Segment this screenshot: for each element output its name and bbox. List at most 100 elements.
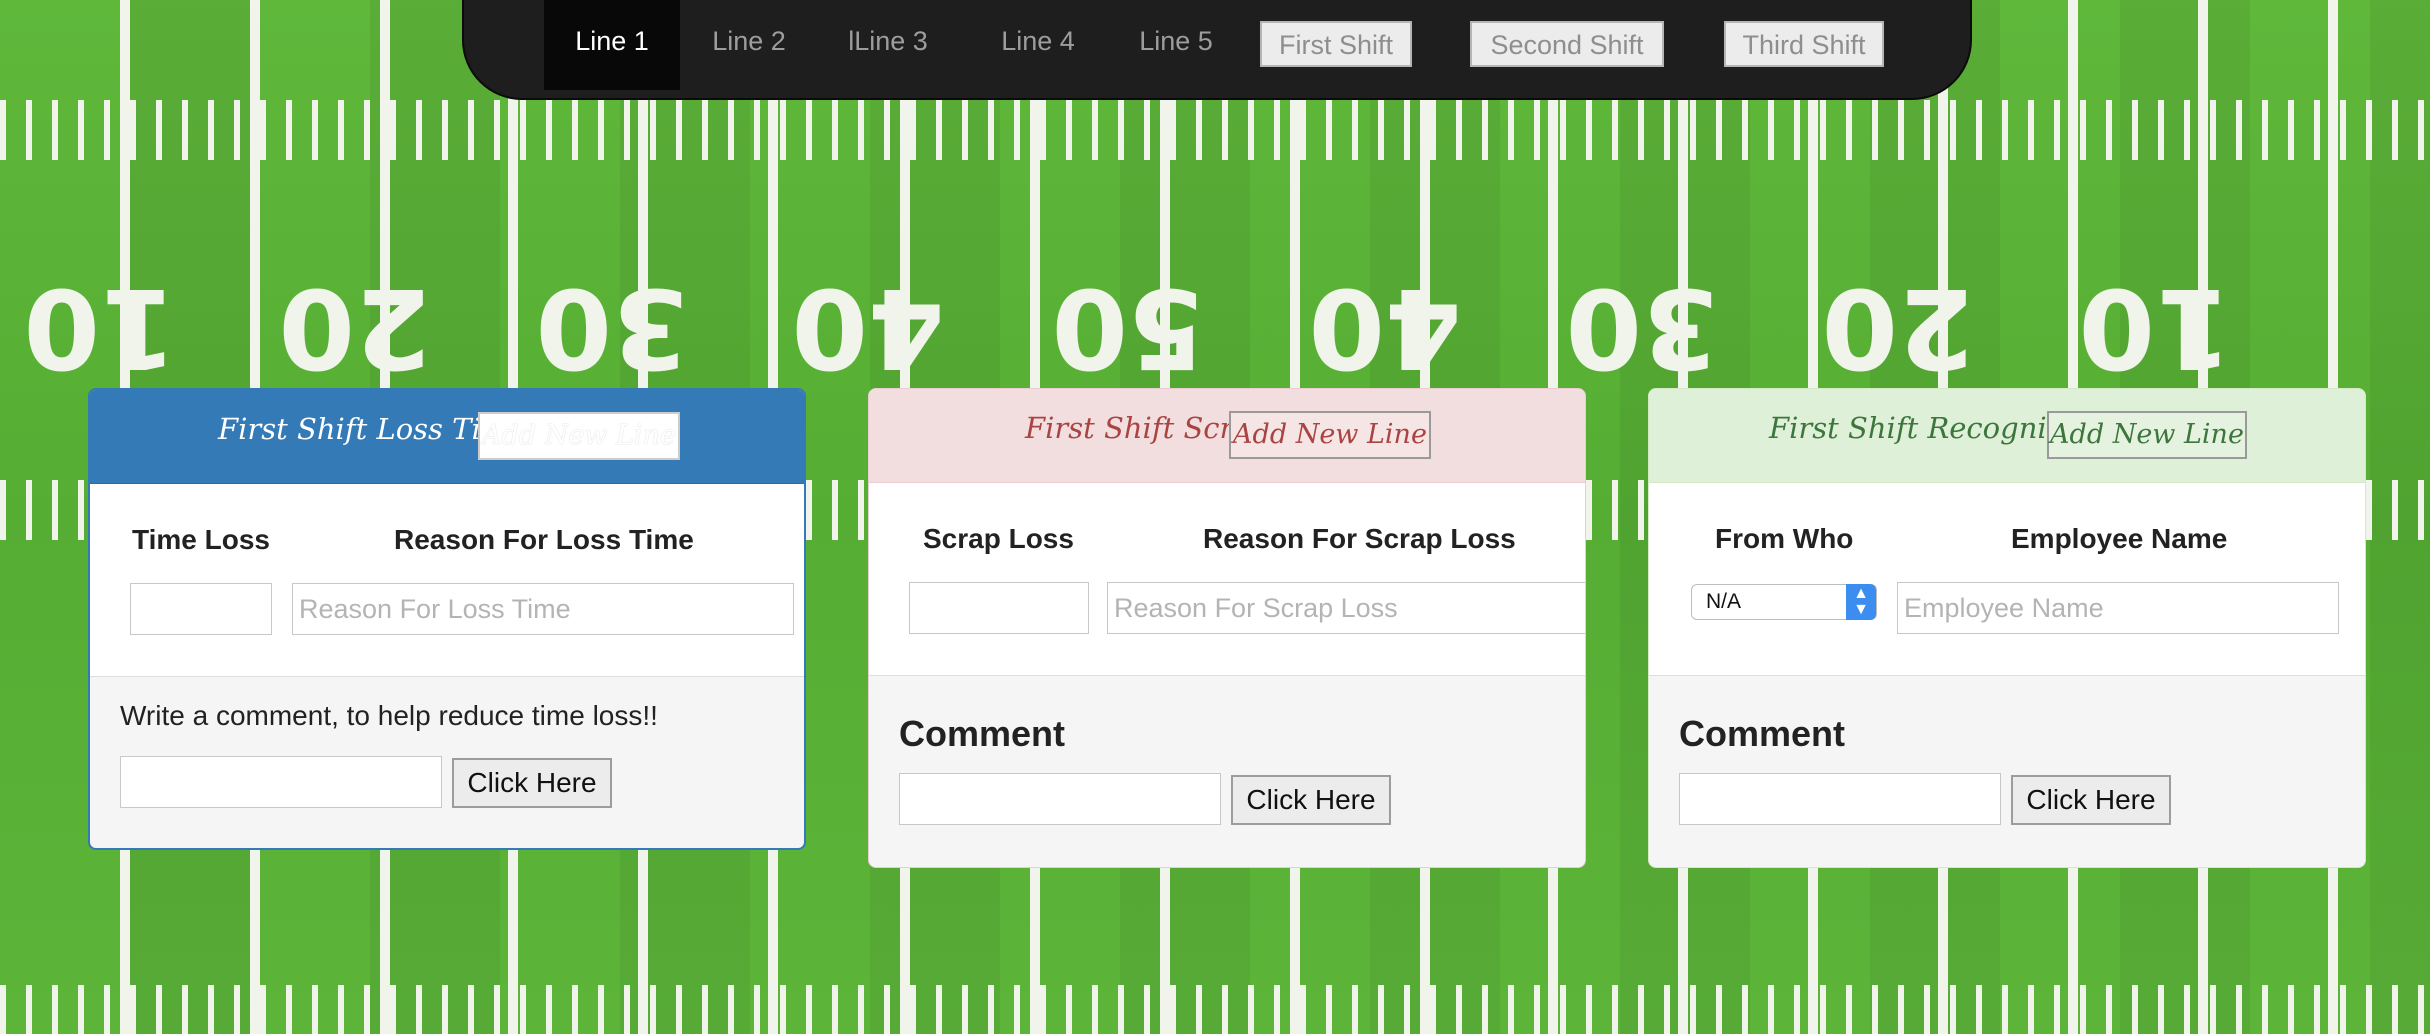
scrap-comment-submit-button[interactable]: Click Here <box>1231 775 1391 825</box>
nav-line-3[interactable]: lLine 3 <box>828 0 948 90</box>
yard-number: 40 <box>791 264 944 392</box>
hash-mark <box>208 985 214 1034</box>
hash-mark <box>312 100 318 160</box>
hash-mark <box>806 100 812 160</box>
hash-mark <box>1248 100 1254 160</box>
nav-line-1[interactable]: Line 1 <box>544 0 680 90</box>
hash-mark <box>962 100 968 160</box>
second-shift-button[interactable]: Second Shift <box>1470 21 1664 67</box>
hash-mark <box>1170 985 1176 1034</box>
yard-number: 30 <box>535 264 688 392</box>
employee-name-header: Employee Name <box>2011 523 2228 554</box>
top-navbar: Line 1 Line 2 lLine 3 Line 4 Line 5 Firs… <box>462 0 1972 100</box>
hash-mark <box>26 100 32 160</box>
hash-mark <box>2418 480 2424 540</box>
hash-mark <box>1976 985 1982 1034</box>
hash-mark <box>442 100 448 160</box>
hash-mark <box>1014 985 1020 1034</box>
hash-mark <box>2366 480 2372 540</box>
hash-mark <box>546 100 552 160</box>
hash-mark <box>130 100 136 160</box>
hash-mark <box>910 985 916 1034</box>
yard-number: 50 <box>1051 264 1204 392</box>
scrap-loss-input[interactable] <box>909 582 1089 634</box>
hash-mark <box>1794 100 1800 160</box>
hash-mark <box>2340 100 2346 160</box>
hash-mark <box>572 100 578 160</box>
hash-mark <box>2132 100 2138 160</box>
hash-mark <box>806 985 812 1034</box>
recognition-add-new-line-button[interactable]: Add New Line <box>2047 411 2247 459</box>
hash-mark <box>338 985 344 1034</box>
hash-mark <box>78 480 84 540</box>
hash-mark <box>1794 985 1800 1034</box>
hash-mark <box>2262 985 2268 1034</box>
employee-name-input[interactable]: Employee Name <box>1897 582 2339 634</box>
reason-scrap-loss-input[interactable]: Reason For Scrap Loss <box>1107 582 1585 634</box>
from-who-select[interactable]: N/A ▲ ▼ <box>1691 584 1877 620</box>
hash-mark <box>0 985 6 1034</box>
hash-mark <box>2392 100 2398 160</box>
hash-mark <box>2236 985 2242 1034</box>
hash-mark <box>1768 985 1774 1034</box>
hash-mark <box>234 985 240 1034</box>
hash-mark <box>2314 985 2320 1034</box>
add-new-line-button[interactable]: Add New Line <box>478 412 680 460</box>
hash-mark <box>1742 100 1748 160</box>
hash-mark <box>78 985 84 1034</box>
hash-mark <box>1196 985 1202 1034</box>
scrap-panel-header: First Shift Scrap Add New Line <box>869 389 1585 483</box>
hash-mark <box>260 985 266 1034</box>
hash-mark <box>1768 100 1774 160</box>
hash-mark <box>2366 985 2372 1034</box>
nav-line-4[interactable]: Line 4 <box>978 0 1098 90</box>
hash-mark <box>2132 985 2138 1034</box>
third-shift-button[interactable]: Third Shift <box>1724 21 1884 67</box>
recognition-comment-input[interactable] <box>1679 773 2001 825</box>
scrap-comment-input[interactable] <box>899 773 1221 825</box>
hash-mark <box>1664 985 1670 1034</box>
hash-mark <box>1040 985 1046 1034</box>
hash-mark <box>1456 100 1462 160</box>
loss-comment-input[interactable] <box>120 756 442 808</box>
hash-mark <box>234 100 240 160</box>
hash-mark <box>1716 100 1722 160</box>
hash-mark <box>2028 100 2034 160</box>
hash-mark <box>1846 100 1852 160</box>
first-shift-button[interactable]: First Shift <box>1260 21 1412 67</box>
hash-mark <box>2106 100 2112 160</box>
reason-loss-time-input[interactable]: Reason For Loss Time <box>292 583 794 635</box>
hash-mark <box>2158 100 2164 160</box>
hash-mark <box>1638 100 1644 160</box>
hash-mark <box>1378 985 1384 1034</box>
hash-mark <box>1014 100 1020 160</box>
loss-comment-submit-button[interactable]: Click Here <box>452 758 612 808</box>
hash-mark <box>390 100 396 160</box>
hash-mark <box>1820 985 1826 1034</box>
hash-mark <box>676 100 682 160</box>
nav-line-5[interactable]: Line 5 <box>1116 0 1236 90</box>
time-loss-input[interactable] <box>130 583 272 635</box>
recognition-panel-header: First Shift Recognition Add New Line <box>1649 389 2365 483</box>
hash-mark <box>1872 985 1878 1034</box>
hash-mark <box>910 100 916 160</box>
scrap-add-new-line-button[interactable]: Add New Line <box>1229 411 1431 459</box>
hash-mark <box>494 985 500 1034</box>
hash-mark <box>1690 100 1696 160</box>
hash-mark <box>1274 100 1280 160</box>
recognition-comment-submit-button[interactable]: Click Here <box>2011 775 2171 825</box>
hash-mark <box>2314 100 2320 160</box>
hash-mark <box>832 985 838 1034</box>
hash-mark <box>1118 985 1124 1034</box>
nav-line-2[interactable]: Line 2 <box>684 0 814 90</box>
hash-mark <box>156 100 162 160</box>
hash-mark <box>52 480 58 540</box>
hash-mark <box>858 480 864 540</box>
hash-mark <box>1612 985 1618 1034</box>
hash-mark <box>728 100 734 160</box>
hash-mark <box>650 100 656 160</box>
scrap-panel-body: Scrap Loss Reason For Scrap Loss Reason … <box>869 483 1585 676</box>
hash-mark <box>1638 480 1644 540</box>
hash-mark <box>1326 100 1332 160</box>
hash-mark <box>78 100 84 160</box>
